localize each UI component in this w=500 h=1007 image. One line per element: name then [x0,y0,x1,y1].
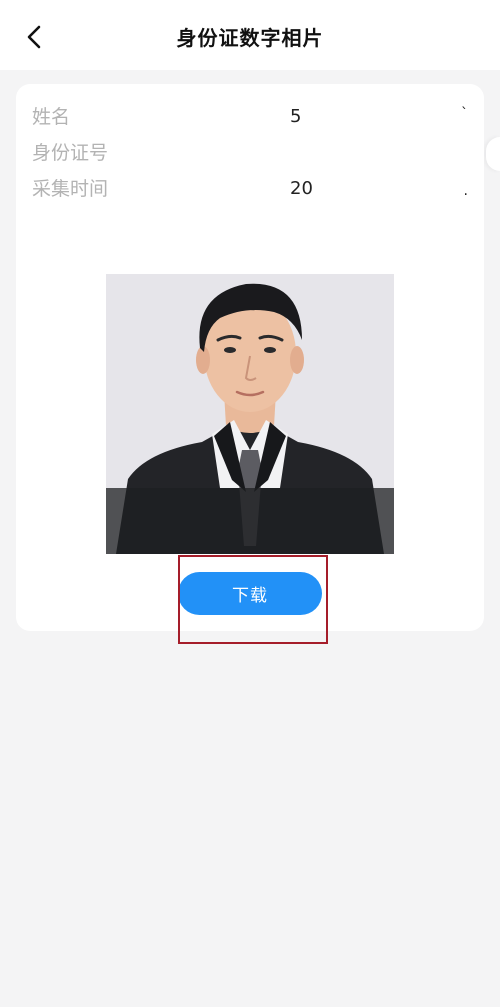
top-bar: 身份证数字相片 [0,0,500,70]
id-number-label: 身份证号 [32,142,109,164]
photo-card: 姓名 5 ` 身份证号 采集时间 20 . 下载 [16,84,484,631]
id-photo [106,274,394,554]
capture-time-value: 20 [290,178,313,199]
name-value-tail: ` [461,106,468,122]
name-label: 姓名 [32,106,71,128]
page-title: 身份证数字相片 [176,26,324,50]
id-row: 身份证号 [32,138,468,168]
name-row: 姓名 5 ` [32,102,468,132]
capture-time-label: 采集时间 [32,178,109,200]
highlight-annotation-box [178,555,328,644]
side-pull-tab[interactable] [486,137,500,171]
time-row: 采集时间 20 . [32,174,468,204]
name-value: 5 [290,106,302,127]
capture-time-tail: . [463,183,468,199]
